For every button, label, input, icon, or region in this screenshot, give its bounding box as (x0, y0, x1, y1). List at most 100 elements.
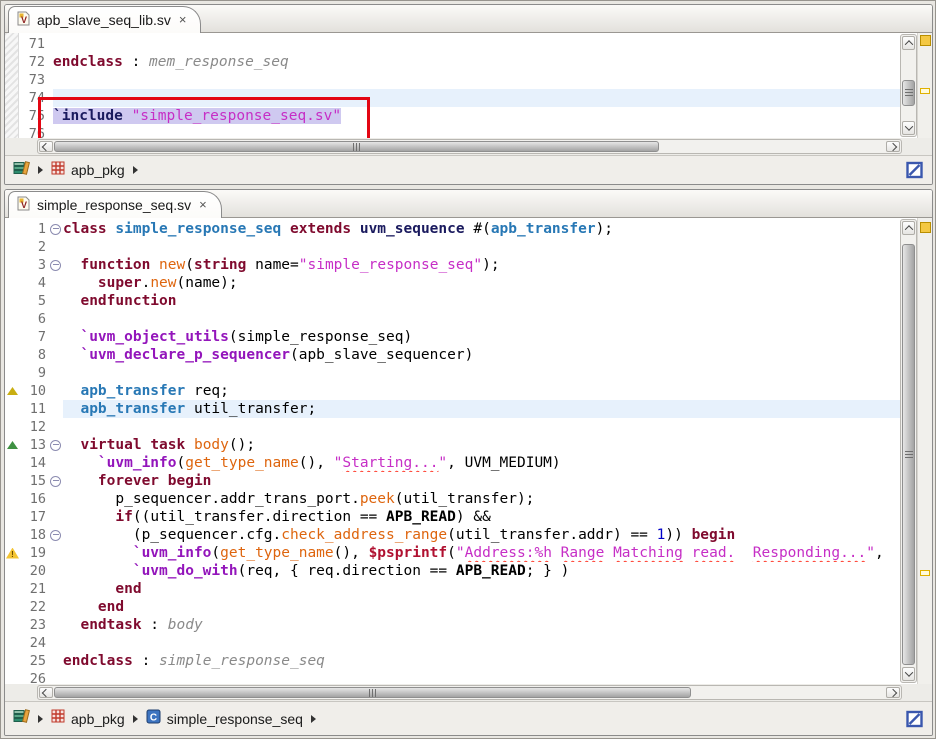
scroll-down-button[interactable] (902, 667, 915, 681)
code-line-text[interactable]: p_sequencer.addr_trans_port.peek(util_tr… (63, 490, 900, 508)
code-line-text[interactable]: function new(string name="simple_respons… (63, 256, 900, 274)
code-line-text[interactable] (53, 89, 900, 107)
code-line[interactable]: 8 `uvm_declare_p_sequencer(apb_slave_seq… (5, 346, 900, 364)
fold-collapse-icon[interactable] (50, 260, 61, 271)
breadcrumb-package-label[interactable]: apb_pkg (71, 162, 125, 178)
breadcrumb-class-label[interactable]: simple_response_seq (167, 711, 303, 727)
scroll-up-button[interactable] (902, 221, 915, 235)
vertical-scrollbar-top[interactable] (900, 34, 917, 137)
code-rows-bottom[interactable]: 1class simple_response_seq extends uvm_s… (5, 218, 900, 684)
code-line-text[interactable] (63, 364, 900, 382)
fold-collapse-icon[interactable] (50, 224, 61, 235)
tab-apb-slave-seq-lib[interactable]: V apb_slave_seq_lib.sv × (8, 6, 201, 33)
breadcrumb-arrow-icon[interactable] (38, 715, 43, 723)
breadcrumb-package-label[interactable]: apb_pkg (71, 711, 125, 727)
code-line-text[interactable] (63, 310, 900, 328)
maximize-icon[interactable] (906, 710, 923, 727)
code-line-text[interactable] (53, 35, 900, 53)
code-line[interactable]: 71 (5, 35, 900, 53)
code-line-text[interactable]: class simple_response_seq extends uvm_se… (63, 220, 900, 238)
overview-warning-marker[interactable] (920, 570, 930, 576)
fold-collapse-icon[interactable] (50, 476, 61, 487)
scroll-left-button[interactable] (39, 687, 53, 698)
code-line[interactable]: 2 (5, 238, 900, 256)
code-line[interactable]: 11 apb_transfer util_transfer; (5, 400, 900, 418)
warning-icon[interactable]: ! (6, 548, 19, 559)
code-line-text[interactable]: forever begin (63, 472, 900, 490)
code-line-text[interactable] (53, 125, 900, 138)
code-line[interactable]: 6 (5, 310, 900, 328)
scrollbar-thumb[interactable] (54, 141, 659, 152)
code-line[interactable]: 75`include "simple_response_seq.sv" (5, 107, 900, 125)
code-line[interactable]: 9 (5, 364, 900, 382)
maximize-icon[interactable] (906, 162, 923, 179)
breadcrumb-arrow-icon[interactable] (311, 715, 316, 723)
code-line[interactable]: 14 `uvm_info(get_type_name(), "Starting.… (5, 454, 900, 472)
code-rows-top[interactable]: 7172endclass : mem_response_seq737475`in… (5, 33, 900, 138)
code-line-text[interactable] (63, 418, 900, 436)
code-line[interactable]: 7 `uvm_object_utils(simple_response_seq) (5, 328, 900, 346)
code-line-text[interactable] (63, 238, 900, 256)
code-line[interactable]: 72endclass : mem_response_seq (5, 53, 900, 71)
library-icon[interactable] (13, 709, 30, 728)
code-line-text[interactable] (53, 71, 900, 89)
scrollbar-thumb[interactable] (54, 687, 691, 698)
code-line[interactable]: 20 `uvm_do_with(req, { req.direction == … (5, 562, 900, 580)
code-line-text[interactable]: `uvm_info(get_type_name(), $psprintf("Ad… (63, 544, 900, 562)
code-line-text[interactable]: endtask : body (63, 616, 900, 634)
code-line-text[interactable]: endclass : mem_response_seq (53, 53, 900, 71)
breadcrumb-item-class[interactable]: C simple_response_seq (146, 709, 303, 729)
code-line-text[interactable]: end (63, 580, 900, 598)
tab-simple-response-seq[interactable]: V simple_response_seq.sv × (8, 191, 222, 218)
breadcrumb-arrow-icon[interactable] (133, 166, 138, 174)
code-line[interactable]: 23 endtask : body (5, 616, 900, 634)
code-line-text[interactable]: (p_sequencer.cfg.check_address_range(uti… (63, 526, 900, 544)
scroll-left-button[interactable] (39, 141, 53, 152)
code-line[interactable]: 76 (5, 125, 900, 138)
code-line[interactable]: 16 p_sequencer.addr_trans_port.peek(util… (5, 490, 900, 508)
code-line[interactable]: 12 (5, 418, 900, 436)
code-line[interactable]: 21 end (5, 580, 900, 598)
code-line[interactable]: !19 `uvm_info(get_type_name(), $psprintf… (5, 544, 900, 562)
scroll-right-button[interactable] (886, 141, 900, 152)
code-line[interactable]: 15 forever begin (5, 472, 900, 490)
code-line[interactable]: 13 virtual task body(); (5, 436, 900, 454)
code-line[interactable]: 3 function new(string name="simple_respo… (5, 256, 900, 274)
code-line[interactable]: 17 if((util_transfer.direction == APB_RE… (5, 508, 900, 526)
horizontal-scrollbar-bottom[interactable] (37, 685, 902, 700)
code-line-text[interactable]: `uvm_do_with(req, { req.direction == APB… (63, 562, 900, 580)
code-line-text[interactable]: virtual task body(); (63, 436, 900, 454)
library-icon[interactable] (13, 161, 30, 180)
code-line[interactable]: 74 (5, 89, 900, 107)
code-line[interactable]: 18 (p_sequencer.cfg.check_address_range(… (5, 526, 900, 544)
code-line[interactable]: 10 apb_transfer req; (5, 382, 900, 400)
code-line-text[interactable] (63, 634, 900, 652)
scroll-right-button[interactable] (886, 687, 900, 698)
horizontal-scrollbar-top[interactable] (37, 139, 902, 154)
overview-header-marker[interactable] (920, 35, 931, 46)
overview-ruler-top[interactable] (917, 33, 932, 138)
code-line-text[interactable]: `include "simple_response_seq.sv" (53, 107, 900, 125)
code-line-text[interactable]: apb_transfer util_transfer; (63, 400, 900, 418)
code-line[interactable]: 24 (5, 634, 900, 652)
scrollbar-thumb[interactable] (902, 244, 915, 665)
code-line-text[interactable]: if((util_transfer.direction == APB_READ)… (63, 508, 900, 526)
fold-collapse-icon[interactable] (50, 530, 61, 541)
code-line[interactable]: 1class simple_response_seq extends uvm_s… (5, 220, 900, 238)
close-icon[interactable]: × (197, 199, 207, 211)
marker-triangle-yellow-icon[interactable] (7, 387, 18, 395)
fold-collapse-icon[interactable] (50, 440, 61, 451)
overview-occurrence-marker[interactable] (920, 88, 930, 94)
overview-header-marker[interactable] (920, 222, 931, 233)
scroll-down-button[interactable] (902, 121, 915, 135)
code-line-text[interactable] (63, 670, 900, 684)
scroll-up-button[interactable] (902, 36, 915, 50)
code-line[interactable]: 26 (5, 670, 900, 684)
code-line-text[interactable]: endfunction (63, 292, 900, 310)
code-line-text[interactable]: endclass : simple_response_seq (63, 652, 900, 670)
code-line-text[interactable]: end (63, 598, 900, 616)
code-line-text[interactable]: `uvm_declare_p_sequencer(apb_slave_seque… (63, 346, 900, 364)
scrollbar-thumb[interactable] (902, 80, 915, 106)
code-line-text[interactable]: super.new(name); (63, 274, 900, 292)
code-line[interactable]: 5 endfunction (5, 292, 900, 310)
